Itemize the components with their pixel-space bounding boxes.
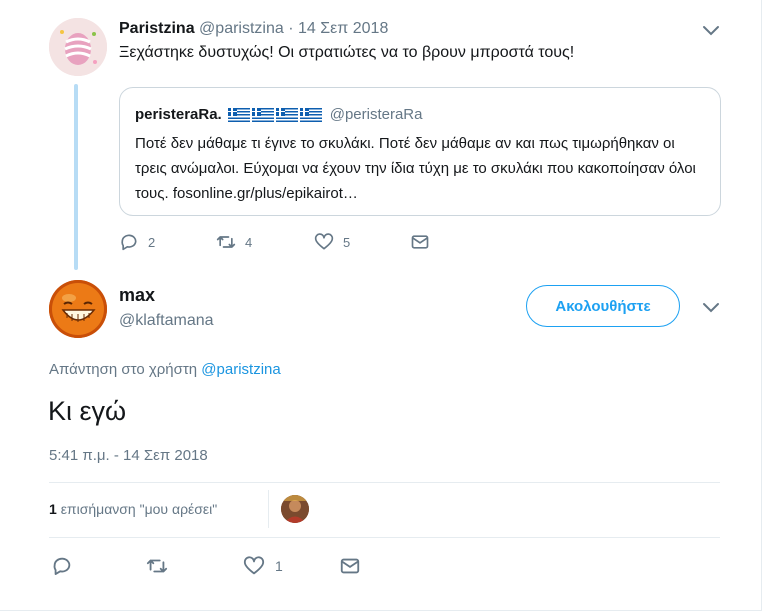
- like-button[interactable]: 5: [314, 232, 350, 252]
- main-avatar[interactable]: [49, 280, 107, 338]
- quoted-text: Ποτέ δεν μάθαμε τι έγινε το σκυλάκι. Ποτ…: [135, 135, 696, 202]
- likes-summary[interactable]: 1 επισήμανση "μου αρέσει": [49, 501, 217, 517]
- reply-button[interactable]: 2: [119, 232, 155, 252]
- retweet-icon: [216, 236, 236, 248]
- reply-button[interactable]: [51, 555, 83, 577]
- reply-icon: [121, 234, 137, 251]
- like-count: 1: [275, 558, 283, 574]
- like-icon: [243, 556, 265, 575]
- parent-separator: ·: [288, 20, 294, 37]
- quoted-header: peristeraRa. @peristeraRa: [135, 106, 422, 123]
- author-handle[interactable]: @klaftamana: [119, 312, 214, 330]
- chevron-down-icon[interactable]: [702, 25, 720, 37]
- divider: [268, 490, 269, 528]
- message-icon: [340, 558, 360, 574]
- parent-name[interactable]: Paristzina: [119, 20, 195, 37]
- parent-header: Paristzina @paristzina · 14 Σεπ 2018: [119, 20, 388, 38]
- chevron-down-icon[interactable]: [702, 302, 720, 314]
- reply-icon: [53, 557, 71, 575]
- follow-button[interactable]: Ακολουθήστε: [526, 285, 680, 327]
- divider: [49, 537, 720, 538]
- quoted-tweet[interactable]: peristeraRa. @peristeraRa Ποτέ δεν μάθαμ…: [119, 87, 721, 216]
- like-icon: [314, 233, 334, 250]
- message-button[interactable]: [410, 232, 430, 252]
- parent-avatar[interactable]: [49, 18, 107, 76]
- tweet-text: Κι εγώ: [48, 396, 127, 426]
- tweet-card: Paristzina @paristzina · 14 Σεπ 2018 Ξεχ…: [0, 0, 762, 611]
- reply-context: Απάντηση στο χρήστη @paristzina: [49, 361, 281, 378]
- retweet-button[interactable]: 4: [216, 232, 252, 252]
- quoted-name: peristeraRa.: [135, 106, 222, 123]
- thread-line: [74, 84, 78, 270]
- reply-handle-link[interactable]: @paristzina: [201, 361, 280, 378]
- parent-handle[interactable]: @paristzina: [199, 20, 284, 37]
- tweet-timestamp[interactable]: 5:41 π.μ. - 14 Σεπ 2018: [49, 447, 208, 464]
- greek-flag-icon: [227, 107, 322, 122]
- likes-count: 1: [49, 501, 57, 517]
- retweet-button[interactable]: [146, 555, 178, 577]
- retweet-count: 4: [245, 234, 253, 250]
- parent-time[interactable]: 14 Σεπ 2018: [298, 20, 388, 37]
- author-name[interactable]: max: [119, 285, 155, 306]
- liker-avatar[interactable]: [281, 495, 309, 523]
- likes-label: επισήμανση "μου αρέσει": [60, 501, 218, 517]
- message-button[interactable]: [339, 555, 361, 577]
- reply-count: 2: [148, 234, 156, 250]
- like-button[interactable]: 1: [243, 555, 283, 577]
- divider: [49, 482, 720, 483]
- parent-tweet-text: Ξεχάστηκε δυστυχώς! Οι στρατιώτες να το …: [119, 44, 575, 61]
- message-icon: [411, 235, 429, 249]
- reply-prefix: Απάντηση στο χρήστη: [49, 361, 198, 378]
- like-count: 5: [343, 234, 351, 250]
- retweet-icon: [146, 559, 168, 573]
- quoted-handle: @peristeraRa: [329, 106, 423, 123]
